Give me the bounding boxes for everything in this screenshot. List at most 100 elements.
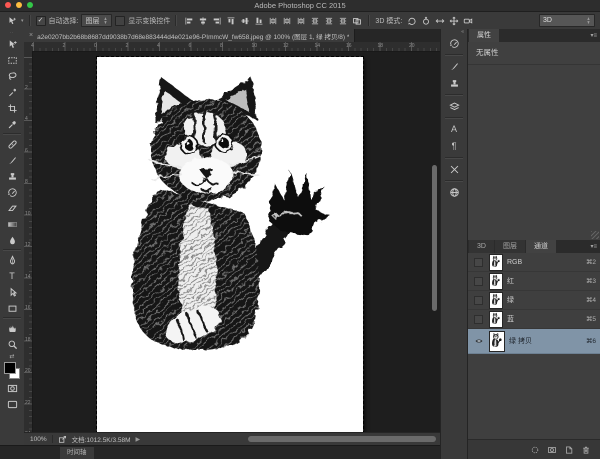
align-horizontal-centers-icon[interactable] [196, 14, 209, 27]
channel-row-green[interactable]: 绿 ⌘4 [468, 291, 600, 310]
rectangle-shape-tool[interactable] [0, 300, 24, 316]
drag-3d-camera-icon[interactable] [433, 14, 446, 27]
distribute-vertical-centers-icon[interactable] [322, 14, 335, 27]
lasso-tool[interactable] [0, 68, 24, 84]
history-panel-icon[interactable] [442, 35, 466, 52]
channel-thumbnail [490, 332, 504, 351]
character-panel-icon[interactable]: A [442, 121, 466, 138]
magic-wand-tool[interactable] [0, 84, 24, 100]
document-canvas-area[interactable]: 4202468101214161820 24681012141618202224 [24, 42, 440, 432]
align-top-edges-icon[interactable] [224, 14, 237, 27]
panel-resize-grip[interactable] [591, 231, 599, 239]
foreground-color-swatch[interactable] [4, 362, 16, 374]
right-panel-column: 属性 ▾≡ 无属性 3D 图层 通道 ▾≡ RGB ⌘2 [468, 29, 600, 459]
channel-row-green-copy[interactable]: 绿 拷贝 ⌘6 [468, 329, 600, 354]
blur-tool[interactable] [0, 232, 24, 248]
status-expand-arrow[interactable]: ▶ [136, 436, 141, 443]
history-brush-tool[interactable] [0, 184, 24, 200]
navigator-panel-icon[interactable] [442, 184, 466, 201]
eyedropper-tool[interactable] [0, 116, 24, 132]
distribute-horizontal-centers-icon[interactable] [280, 14, 293, 27]
panel-menu-icon[interactable]: ▾≡ [590, 243, 597, 250]
ruler-number: 0 [94, 43, 97, 49]
channel-row-blue[interactable]: 蓝 ⌘5 [468, 310, 600, 329]
distribute-top-icon[interactable] [308, 14, 321, 27]
tab-3d[interactable]: 3D [469, 240, 494, 253]
align-bottom-edges-icon[interactable] [252, 14, 265, 27]
delete-channel-button[interactable] [581, 445, 591, 455]
visibility-toggle[interactable] [472, 256, 485, 268]
auto-align-layers-icon[interactable] [350, 14, 363, 27]
close-tab-icon[interactable]: × [29, 32, 33, 39]
channel-row-red[interactable]: 红 ⌘3 [468, 272, 600, 291]
tools-panel: ∙∙ T ⇄ [0, 29, 25, 445]
tab-properties[interactable]: 属性 [469, 29, 499, 42]
eraser-tool[interactable] [0, 200, 24, 216]
visibility-toggle[interactable] [472, 313, 485, 325]
spot-healing-brush-tool[interactable] [0, 136, 24, 152]
gradient-tool[interactable] [0, 216, 24, 232]
document-tab[interactable]: × a2e0207bb2b68b8687dd9038b7d68e883444d4… [24, 29, 355, 42]
align-left-edges-icon[interactable] [182, 14, 195, 27]
share-icon[interactable] [58, 435, 67, 444]
rotate-3d-camera-icon[interactable] [405, 14, 418, 27]
align-right-edges-icon[interactable] [210, 14, 223, 27]
channels-tab-bar: 3D 图层 通道 ▾≡ [468, 240, 600, 253]
measurement-panel-icon[interactable] [442, 161, 466, 178]
hand-tool[interactable] [0, 320, 24, 336]
channels-panel: 3D 图层 通道 ▾≡ RGB ⌘2 红 ⌘3 [468, 240, 600, 459]
align-vertical-centers-icon[interactable] [238, 14, 251, 27]
tab-layers[interactable]: 图层 [495, 240, 525, 253]
show-transform-checkbox[interactable] [115, 16, 125, 26]
roll-3d-camera-icon[interactable] [419, 14, 432, 27]
move-3d-camera-icon[interactable] [461, 14, 474, 27]
timeline-tab[interactable]: 时间轴 [60, 447, 94, 459]
channel-row-rgb[interactable]: RGB ⌘2 [468, 253, 600, 272]
distribute-right-icon[interactable] [294, 14, 307, 27]
crop-tool[interactable] [0, 100, 24, 116]
view-dropdown-value: 3D [543, 17, 552, 24]
layer-comps-panel-icon[interactable] [442, 98, 466, 115]
vertical-scrollbar[interactable] [432, 165, 437, 311]
clone-source-panel-icon[interactable] [442, 75, 466, 92]
quick-mask-button[interactable] [0, 380, 24, 396]
channels-list: RGB ⌘2 红 ⌘3 绿 ⌘4 [468, 253, 600, 440]
distribute-bottom-icon[interactable] [336, 14, 349, 27]
visibility-toggle[interactable] [472, 294, 485, 306]
canvas-page[interactable] [97, 57, 363, 432]
tools-panel-grip[interactable]: ∙∙ [0, 29, 24, 36]
tool-preset-caret-icon[interactable]: ▾ [21, 18, 24, 24]
move-tool[interactable] [0, 36, 24, 52]
clone-stamp-tool[interactable] [0, 168, 24, 184]
load-channel-as-selection-button[interactable] [530, 445, 540, 455]
screen-mode-button[interactable] [0, 396, 24, 412]
zoom-tool[interactable] [0, 336, 24, 352]
horizontal-scrollbar[interactable] [248, 436, 436, 442]
panel-menu-icon[interactable]: ▾≡ [590, 32, 597, 39]
path-selection-tool[interactable] [0, 284, 24, 300]
separator [445, 180, 463, 182]
channel-thumbnail [490, 255, 502, 270]
visibility-toggle[interactable] [472, 335, 485, 347]
save-selection-as-channel-button[interactable] [547, 445, 557, 455]
mode3d-label: 3D 模式: [375, 16, 402, 26]
pen-tool[interactable] [0, 252, 24, 268]
new-channel-button[interactable] [564, 445, 574, 455]
updown-arrows-icon: ▲▼ [587, 17, 591, 25]
rectangular-marquee-tool[interactable] [0, 52, 24, 68]
brush-tool[interactable] [0, 152, 24, 168]
auto-select-checkbox[interactable]: ✓ [36, 16, 46, 26]
view-dropdown[interactable]: 3D ▲▼ [539, 14, 595, 27]
paragraph-panel-icon[interactable]: ¶ [442, 138, 466, 155]
auto-select-dropdown[interactable]: 图层 ▲▼ [81, 14, 112, 27]
tab-channels[interactable]: 通道 [526, 240, 556, 253]
dock-icons: A¶ [441, 35, 467, 201]
auto-select-value: 图层 [85, 16, 99, 26]
brush-panel-icon[interactable] [442, 58, 466, 75]
visibility-toggle[interactable] [472, 275, 485, 287]
swap-colors-icon[interactable]: ⇄ [0, 352, 24, 360]
distribute-left-icon[interactable] [266, 14, 279, 27]
slide-3d-camera-icon[interactable] [447, 14, 460, 27]
type-tool[interactable]: T [0, 268, 24, 284]
zoom-level[interactable]: 100% [30, 436, 47, 443]
